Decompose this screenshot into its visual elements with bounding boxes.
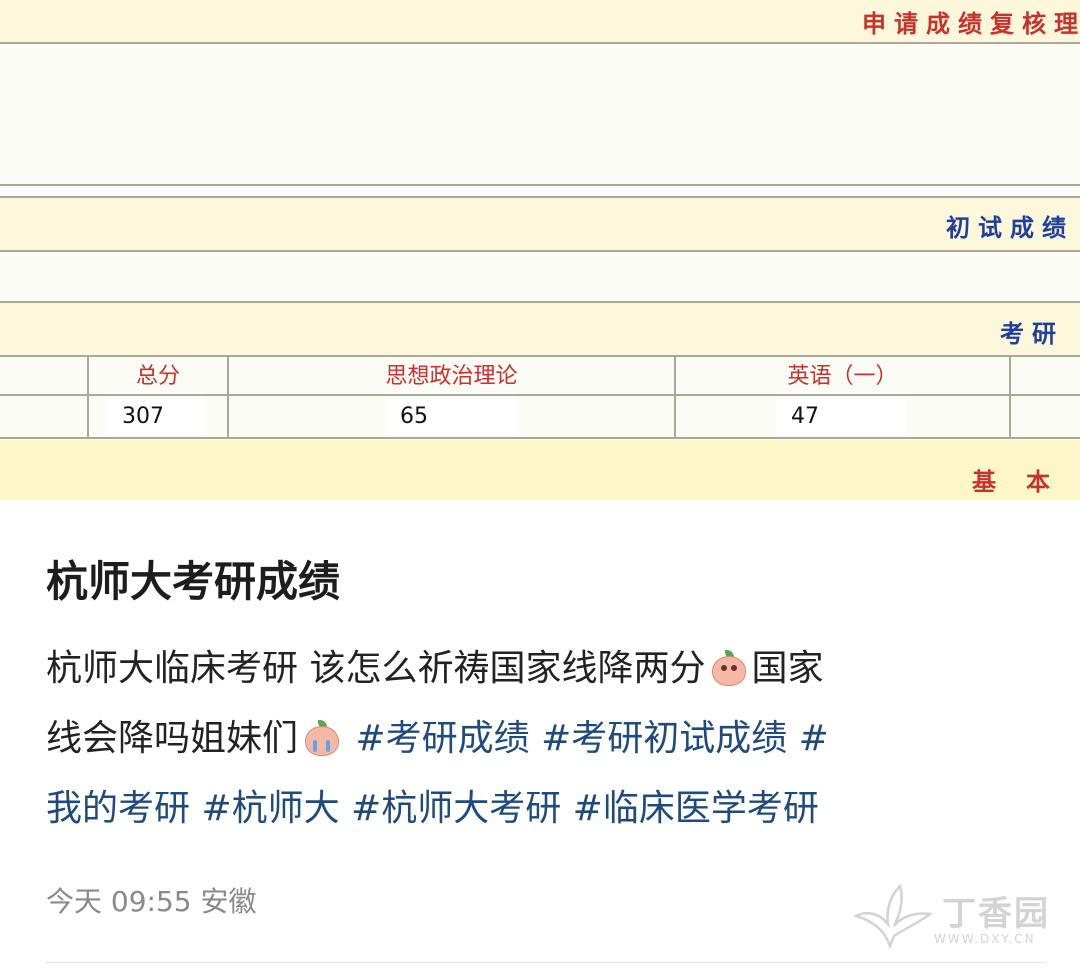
- table-col-rule: [1009, 355, 1011, 439]
- header-total: 总分: [135, 364, 180, 389]
- reapply-review-text: 申请成绩复核理: [862, 10, 1080, 38]
- section-band: [0, 198, 1080, 250]
- table-rule: [0, 355, 1080, 357]
- post-line: 杭师大临床考研 该怎么祈祷国家线降两分 国家: [46, 634, 1046, 704]
- section-band: [0, 303, 1080, 355]
- header-politics: 思想政治理论: [385, 364, 518, 389]
- post-text: 线会降吗姐妹们: [46, 718, 299, 759]
- bottom-band: [0, 440, 1080, 500]
- divider: [0, 250, 1080, 252]
- politics-score: 65: [400, 404, 428, 429]
- english-score: 47: [791, 404, 819, 429]
- exam-section-title: 考研: [1000, 320, 1064, 348]
- score-table: 总分 思想政治理论 英语（一） 307 65 47: [0, 355, 1080, 439]
- basic-info-text: 基本: [972, 468, 1080, 496]
- post-text: 国家: [751, 648, 824, 689]
- divider: [0, 184, 1080, 186]
- bottom-divider: [46, 962, 1046, 963]
- post-text: 杭师大临床考研 该怎么祈祷国家线降两分: [46, 648, 706, 689]
- post-title: 杭师大考研成绩: [46, 557, 341, 606]
- divider: [0, 196, 1080, 198]
- table-rule: [0, 437, 1080, 439]
- sobbing-peach-icon: [302, 720, 340, 756]
- hashtag-links[interactable]: #考研成绩 #考研初试成绩 #: [355, 718, 828, 759]
- watermark-text: 丁香园: [942, 894, 1050, 934]
- watermark-url: WWW.DXY.CN: [934, 932, 1036, 946]
- score-screenshot: 申请成绩复核理 初试成绩 考研 总分 思想政治理论 英语（一） 307 65 4…: [0, 0, 1080, 500]
- header-english: 英语（一）: [787, 364, 898, 389]
- post-body: 杭师大临床考研 该怎么祈祷国家线降两分 国家 线会降吗姐妹们 #考研成绩 #考研初…: [46, 634, 1046, 844]
- flower-logo-icon: [852, 883, 934, 950]
- post-meta: 今天 09:55 安徽: [46, 885, 257, 918]
- crying-peach-icon: [709, 650, 747, 686]
- divider: [0, 42, 1080, 44]
- hashtag-links[interactable]: 我的考研 #杭师大 #杭师大考研 #临床医学考研: [46, 774, 1046, 844]
- dxy-watermark: 丁香园 WWW.DXY.CN: [850, 880, 1050, 950]
- total-score: 307: [122, 404, 164, 429]
- initial-score-title: 初试成绩: [946, 214, 1074, 242]
- post-line: 线会降吗姐妹们 #考研成绩 #考研初试成绩 #: [46, 704, 1046, 774]
